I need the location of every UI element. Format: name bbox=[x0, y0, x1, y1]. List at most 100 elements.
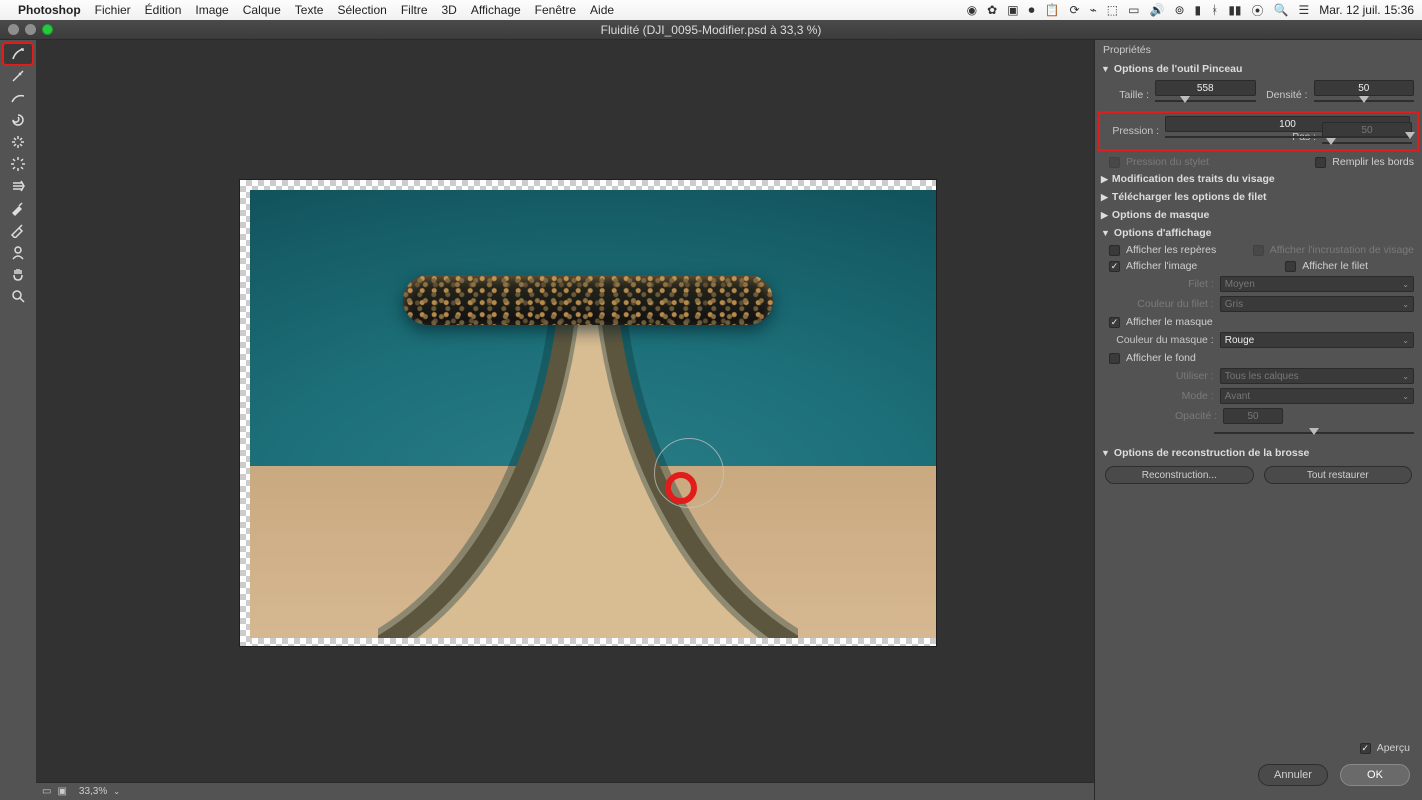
section-reconstruct[interactable]: ▼Options de reconstruction de la brosse bbox=[1095, 444, 1422, 462]
annotation-highlight-circle bbox=[665, 472, 697, 504]
menu-fenetre[interactable]: Fenêtre bbox=[535, 3, 576, 17]
app-name[interactable]: Photoshop bbox=[18, 3, 81, 17]
bluetooth-icon[interactable]: ᚼ bbox=[1211, 3, 1218, 17]
section-brush-options[interactable]: ▼Options de l'outil Pinceau bbox=[1095, 60, 1422, 78]
mask-color-label: Couleur du masque : bbox=[1109, 334, 1214, 346]
size-label: Taille : bbox=[1109, 89, 1149, 101]
status-icon[interactable]: ⬚ bbox=[1107, 3, 1118, 17]
pucker-tool[interactable] bbox=[4, 132, 32, 152]
macos-menubar: Photoshop Fichier Édition Image Calque T… bbox=[0, 0, 1422, 20]
pin-edges-label: Remplir les bords bbox=[1332, 156, 1414, 168]
show-image-checkbox[interactable] bbox=[1109, 261, 1120, 272]
menu-affichage[interactable]: Affichage bbox=[471, 3, 521, 17]
menu-calque[interactable]: Calque bbox=[243, 3, 281, 17]
mesh-color-label: Couleur du filet : bbox=[1109, 298, 1214, 310]
disclosure-triangle-icon: ▼ bbox=[1101, 228, 1110, 238]
flag-icon[interactable]: ▮ bbox=[1195, 3, 1202, 17]
ok-button[interactable]: OK bbox=[1340, 764, 1410, 786]
status-icon[interactable]: ◉ bbox=[967, 3, 977, 17]
zoom-display[interactable]: 33,3% bbox=[79, 786, 107, 797]
wifi-icon[interactable]: ⦿ bbox=[1252, 2, 1264, 19]
section-view-options[interactable]: ▼Options d'affichage bbox=[1095, 224, 1422, 242]
status-icon[interactable]: ⊚ bbox=[1174, 3, 1184, 17]
section-load-mesh[interactable]: ▶Télécharger les options de filet bbox=[1095, 188, 1422, 206]
show-mask-checkbox[interactable] bbox=[1109, 317, 1120, 328]
opacity-label: Opacité : bbox=[1109, 410, 1217, 422]
hand-tool[interactable] bbox=[4, 264, 32, 284]
show-mesh-label: Afficher le filet bbox=[1302, 260, 1368, 272]
reconstruct-tool[interactable] bbox=[4, 66, 32, 86]
thaw-mask-tool[interactable] bbox=[4, 220, 32, 240]
search-icon[interactable]: 🔍 bbox=[1274, 3, 1289, 17]
status-icon[interactable]: ▣ bbox=[1007, 3, 1018, 17]
window-minimize-button[interactable] bbox=[25, 24, 36, 35]
panel-header: Propriétés bbox=[1095, 40, 1422, 60]
show-mask-label: Afficher le masque bbox=[1126, 316, 1213, 328]
step-slider bbox=[1322, 140, 1412, 146]
menu-image[interactable]: Image bbox=[195, 3, 228, 17]
restore-all-button[interactable]: Tout restaurer bbox=[1264, 466, 1413, 484]
menu-filtre[interactable]: Filtre bbox=[401, 3, 428, 17]
bloat-tool[interactable] bbox=[4, 154, 32, 174]
status-icon[interactable]: ⟳ bbox=[1070, 3, 1080, 17]
size-slider[interactable] bbox=[1155, 98, 1256, 104]
menubar-clock[interactable]: Mar. 12 juil. 15:36 bbox=[1319, 3, 1414, 17]
forward-warp-tool[interactable] bbox=[4, 44, 32, 64]
opacity-slider bbox=[1214, 430, 1414, 436]
volume-icon[interactable]: 🔊 bbox=[1149, 3, 1164, 17]
show-guides-label: Afficher les repères bbox=[1126, 244, 1216, 256]
density-slider[interactable] bbox=[1314, 98, 1415, 104]
opacity-input bbox=[1223, 408, 1283, 424]
stylus-pressure-checkbox bbox=[1109, 157, 1120, 168]
menu-edition[interactable]: Édition bbox=[145, 3, 182, 17]
push-left-tool[interactable] bbox=[4, 176, 32, 196]
view-mode-icon[interactable]: ▣ bbox=[57, 786, 66, 797]
preview-checkbox[interactable] bbox=[1360, 743, 1371, 754]
menu-texte[interactable]: Texte bbox=[295, 3, 324, 17]
view-mode-icon[interactable]: ▭ bbox=[42, 786, 51, 797]
status-icon[interactable]: 📋 bbox=[1045, 3, 1060, 17]
status-icon[interactable]: ▭ bbox=[1128, 3, 1139, 17]
mode-select: Avant⌄ bbox=[1220, 388, 1414, 404]
show-mesh-checkbox[interactable] bbox=[1285, 261, 1296, 272]
status-icon[interactable]: ✿ bbox=[987, 3, 997, 17]
density-input[interactable] bbox=[1314, 80, 1415, 96]
freeze-mask-tool[interactable] bbox=[4, 198, 32, 218]
cancel-button[interactable]: Annuler bbox=[1258, 764, 1328, 786]
twirl-tool[interactable] bbox=[4, 110, 32, 130]
battery-icon[interactable]: ▮▮ bbox=[1228, 3, 1241, 17]
chevron-down-icon[interactable]: ⌄ bbox=[113, 787, 120, 796]
reconstruction-button[interactable]: Reconstruction... bbox=[1105, 466, 1254, 484]
show-image-label: Afficher l'image bbox=[1126, 260, 1197, 272]
section-mask-options[interactable]: ▶Options de masque bbox=[1095, 206, 1422, 224]
window-zoom-button[interactable] bbox=[42, 24, 53, 35]
show-background-checkbox[interactable] bbox=[1109, 353, 1120, 364]
mask-color-select[interactable]: Rouge⌄ bbox=[1220, 332, 1414, 348]
menu-3d[interactable]: 3D bbox=[442, 3, 457, 17]
liquify-toolbar bbox=[0, 40, 36, 800]
canvas-area[interactable] bbox=[36, 40, 1094, 800]
mesh-size-select: Moyen⌄ bbox=[1220, 276, 1414, 292]
menu-selection[interactable]: Sélection bbox=[337, 3, 386, 17]
pin-edges-checkbox[interactable] bbox=[1315, 157, 1326, 168]
menu-aide[interactable]: Aide bbox=[590, 3, 614, 17]
status-icon[interactable]: ⌁ bbox=[1090, 3, 1097, 17]
smooth-tool[interactable] bbox=[4, 88, 32, 108]
size-input[interactable] bbox=[1155, 80, 1256, 96]
show-guides-checkbox[interactable] bbox=[1109, 245, 1120, 256]
window-close-button[interactable] bbox=[8, 24, 19, 35]
stylus-pressure-label: Pression du stylet bbox=[1126, 156, 1209, 168]
face-tool[interactable] bbox=[4, 242, 32, 262]
zoom-tool[interactable] bbox=[4, 286, 32, 306]
use-select: Tous les calques⌄ bbox=[1220, 368, 1414, 384]
section-face[interactable]: ▶Modification des traits du visage bbox=[1095, 170, 1422, 188]
show-face-overlay-checkbox bbox=[1253, 245, 1264, 256]
use-label: Utiliser : bbox=[1109, 370, 1214, 382]
document-preview[interactable] bbox=[240, 180, 936, 646]
disclosure-triangle-icon: ▶ bbox=[1101, 174, 1108, 185]
status-icon[interactable]: ⏺ bbox=[1029, 3, 1035, 18]
control-center-icon[interactable]: ☰ bbox=[1299, 3, 1310, 17]
disclosure-triangle-icon: ▶ bbox=[1101, 192, 1108, 203]
show-face-overlay-label: Afficher l'incrustation de visage bbox=[1270, 244, 1414, 256]
menu-fichier[interactable]: Fichier bbox=[95, 3, 131, 17]
